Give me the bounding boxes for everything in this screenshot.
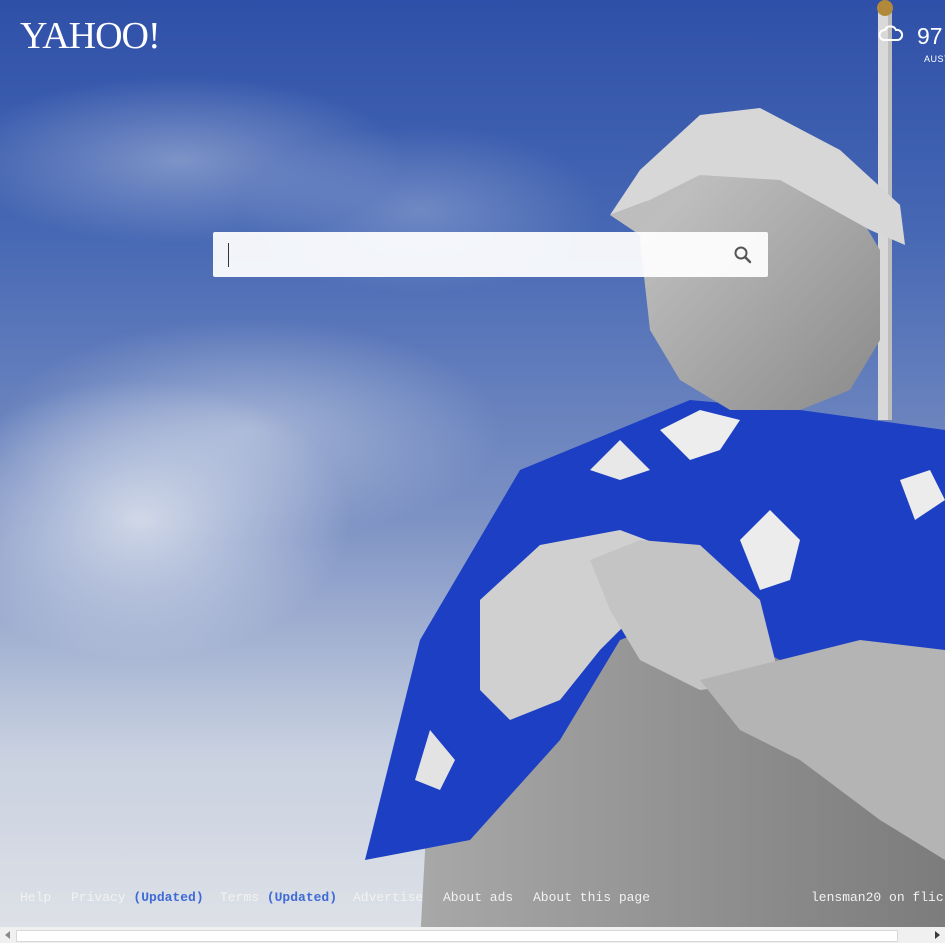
- updated-badge: (Updated): [133, 890, 204, 905]
- scroll-right-arrow-icon[interactable]: [932, 930, 942, 940]
- footer-link-privacy[interactable]: Privacy (Updated): [71, 890, 204, 905]
- search-input[interactable]: [225, 241, 729, 269]
- cloudy-night-icon: [878, 25, 904, 41]
- footer-link-advertise[interactable]: Advertise: [353, 890, 423, 905]
- search-icon: [734, 246, 752, 264]
- statue-photo: [365, 0, 945, 943]
- yahoo-logo[interactable]: YAHOO!: [20, 14, 161, 58]
- weather-location: AUST: [924, 54, 945, 64]
- updated-badge: (Updated): [266, 890, 338, 905]
- search-box: [213, 232, 768, 277]
- photo-credit[interactable]: lensman20 on flic: [811, 890, 944, 905]
- weather-temperature: 97: [917, 23, 943, 49]
- footer-link-terms[interactable]: Terms (Updated): [220, 890, 337, 905]
- search-button[interactable]: [731, 243, 755, 267]
- text-caret: [228, 243, 229, 267]
- footer-link-about-ads[interactable]: About ads: [443, 890, 513, 905]
- footer-link-about-this-page[interactable]: About this page: [533, 890, 650, 905]
- footer-link-help[interactable]: Help: [20, 890, 51, 905]
- footer: Help Privacy (Updated) Terms (Updated) A…: [0, 890, 945, 912]
- scroll-left-arrow-icon[interactable]: [3, 930, 13, 940]
- flagpole-finial: [877, 0, 893, 16]
- scrollbar-thumb[interactable]: [16, 930, 898, 942]
- horizontal-scrollbar[interactable]: [0, 927, 945, 943]
